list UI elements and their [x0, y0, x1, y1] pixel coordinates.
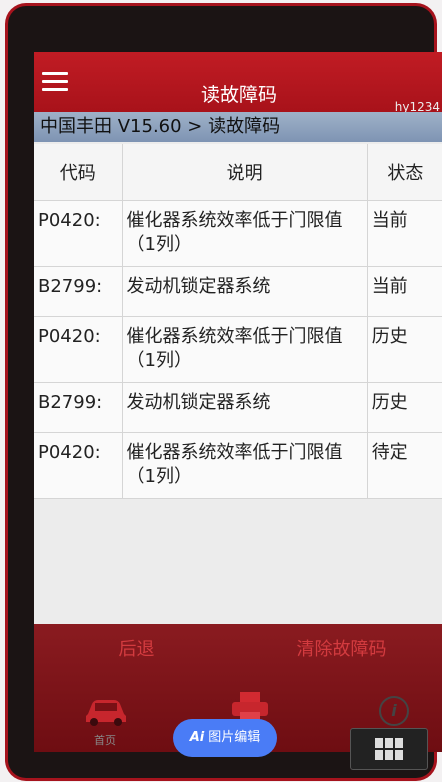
dtc-description: 催化器系统效率低于门限值（1列） — [122, 316, 368, 383]
dtc-table: 代码 说明 状态 P0420: 催化器系统效率低于门限值（1列） 当前 B279… — [34, 144, 442, 499]
column-header-description: 说明 — [122, 144, 368, 201]
dtc-description: 发动机锁定器系统 — [122, 266, 368, 317]
table-row[interactable]: B2799: 发动机锁定器系统 历史 — [34, 382, 442, 433]
table-row[interactable]: P0420: 催化器系统效率低于门限值（1列） 历史 — [34, 316, 442, 383]
breadcrumb: 中国丰田 V15.60 > 读故障码 — [34, 112, 442, 142]
home-label: 首页 — [94, 734, 116, 747]
dtc-description: 催化器系统效率低于门限值（1列） — [122, 432, 368, 499]
dtc-status: 当前 — [367, 266, 442, 317]
column-header-code: 代码 — [34, 144, 123, 201]
home-car-icon[interactable] — [82, 692, 130, 728]
dtc-code: P0420: — [34, 432, 123, 499]
grid-menu-button[interactable] — [350, 728, 428, 770]
dtc-status: 历史 — [367, 316, 442, 383]
ai-logo-icon: Ai — [189, 730, 205, 745]
page-title: 读故障码 — [200, 84, 277, 106]
dtc-code: P0420: — [34, 200, 123, 267]
dtc-status: 历史 — [367, 382, 442, 433]
ai-image-edit-button[interactable]: Ai 图片编辑 — [173, 719, 277, 757]
table-row[interactable]: B2799: 发动机锁定器系统 当前 — [34, 266, 442, 317]
dtc-description: 发动机锁定器系统 — [122, 382, 368, 433]
dtc-code: P0420: — [34, 316, 123, 383]
table-row[interactable]: P0420: 催化器系统效率低于门限值（1列） 当前 — [34, 200, 442, 267]
dtc-description: 催化器系统效率低于门限值（1列） — [122, 200, 368, 267]
app-screen: 读故障码 hy1234 中国丰田 V15.60 > 读故障码 代码 说明 状态 … — [34, 52, 442, 752]
dtc-status: 当前 — [367, 200, 442, 267]
info-icon[interactable]: i — [379, 696, 409, 726]
table-row[interactable]: P0420: 催化器系统效率低于门限值（1列） 待定 — [34, 432, 442, 499]
ai-image-edit-label: 图片编辑 — [208, 730, 261, 745]
footer-button-row: 后退 清除故障码 — [34, 624, 442, 676]
top-bar: 读故障码 hy1234 — [34, 52, 442, 114]
column-header-status: 状态 — [367, 144, 442, 201]
dtc-code: B2799: — [34, 382, 123, 433]
dtc-status: 待定 — [367, 432, 442, 499]
back-button[interactable]: 后退 — [34, 624, 239, 676]
clear-codes-button[interactable]: 清除故障码 — [239, 624, 442, 676]
dtc-code: B2799: — [34, 266, 123, 317]
grid-icon — [375, 738, 403, 760]
table-header-row: 代码 说明 状态 — [34, 144, 442, 201]
